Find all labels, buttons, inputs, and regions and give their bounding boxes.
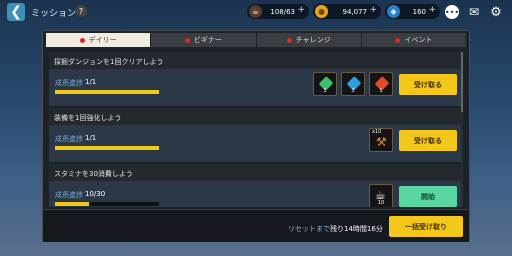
- tab-label: チャレンジ: [295, 36, 331, 44]
- tab-beginner[interactable]: ビギナー: [151, 33, 256, 47]
- panel-footer: リセットまで 残り14時間16分 一括受け取り: [43, 209, 469, 242]
- reward-slot[interactable]: 3: [341, 72, 365, 96]
- top-bar: ❮ ミッション ? ☕ 108/63 + ● 94,077 + ◆ 160 + …: [0, 0, 512, 26]
- progress-label: 成長進捗: [55, 135, 83, 143]
- coffee-cup-icon: ☕: [249, 5, 262, 18]
- notification-dot-icon: [79, 37, 85, 43]
- stamina-counter[interactable]: ☕ 108/63 +: [247, 4, 309, 19]
- mission-body: 成長進捗 1/1 x10 ⚒ 受け取る: [49, 125, 463, 162]
- mission-body: 成長進捗 10/30 ☕ 10 開始: [49, 181, 463, 207]
- reward-slot[interactable]: x10 ⚒: [369, 128, 393, 152]
- help-icon[interactable]: ?: [75, 5, 87, 17]
- claim-button[interactable]: 受け取る: [399, 130, 457, 151]
- progress-label: 成長進捗: [55, 79, 83, 87]
- progress-fill: [55, 202, 90, 206]
- stamina-value: 108/63: [270, 7, 295, 16]
- progress-fill: [55, 146, 159, 150]
- diamond-counter[interactable]: ◆ 160 +: [385, 4, 440, 19]
- mission-panel: デイリー ビギナー チャレンジ イベント 採掘ダンジョンを1回クリアしよう 成長…: [42, 30, 470, 242]
- notification-dot-icon: [184, 37, 190, 43]
- notification-dot-icon: [395, 37, 401, 43]
- tab-event[interactable]: イベント: [361, 33, 466, 47]
- blue-diamond-icon: ◆: [387, 5, 400, 18]
- reward-qty: 3: [351, 88, 355, 94]
- diamond-value: 160: [412, 7, 426, 16]
- tab-challenge[interactable]: チャレンジ: [256, 33, 361, 47]
- progress-value: 1/1: [85, 134, 97, 142]
- gold-value: 94,077: [342, 7, 368, 16]
- progress-bar: [55, 146, 159, 150]
- gold-coin-icon: ●: [315, 5, 328, 18]
- mail-icon[interactable]: ✉: [467, 5, 481, 19]
- reward-qty: 1: [323, 88, 327, 94]
- progress-value: 10/30: [85, 190, 106, 198]
- chat-icon[interactable]: •••: [445, 5, 459, 19]
- plus-icon[interactable]: +: [428, 5, 436, 15]
- hammer-icon: ⚒: [376, 135, 387, 149]
- reset-time: 残り14時間16分: [330, 225, 383, 233]
- notification-dot-icon: [286, 37, 292, 43]
- reward-slot[interactable]: 1: [369, 72, 393, 96]
- progress-bar: [55, 90, 159, 94]
- gear-icon[interactable]: ⚙: [489, 5, 503, 20]
- tab-label: イベント: [404, 36, 433, 44]
- tab-label: ビギナー: [193, 36, 222, 44]
- back-button[interactable]: ❮: [7, 3, 25, 21]
- mission-title: 装備を1回強化しよう: [54, 114, 122, 122]
- claim-button[interactable]: 受け取る: [399, 74, 457, 95]
- mission-list[interactable]: 採掘ダンジョンを1回クリアしよう 成長進捗 1/1 1 3 1 受け取る 装備を…: [49, 52, 463, 207]
- tab-daily[interactable]: デイリー: [46, 33, 151, 47]
- mission-item: スタミナを30消費しよう 成長進捗 10/30 ☕ 10 開始: [49, 164, 463, 207]
- progress-bar: [55, 202, 159, 206]
- tab-label: デイリー: [88, 36, 117, 44]
- mission-title: スタミナを30消費しよう: [54, 170, 133, 178]
- mission-item: 装備を1回強化しよう 成長進捗 1/1 x10 ⚒ 受け取る: [49, 108, 463, 163]
- scrollbar[interactable]: [461, 52, 463, 207]
- reward-slot[interactable]: ☕ 10: [369, 184, 393, 207]
- scrollbar-thumb[interactable]: [461, 52, 463, 112]
- reward-slot[interactable]: 1: [313, 72, 337, 96]
- tab-bar: デイリー ビギナー チャレンジ イベント: [46, 33, 467, 47]
- start-button[interactable]: 開始: [399, 186, 457, 207]
- progress-fill: [55, 90, 159, 94]
- reward-qty: 10: [377, 200, 385, 206]
- mission-item: 採掘ダンジョンを1回クリアしよう 成長進捗 1/1 1 3 1 受け取る: [49, 52, 463, 107]
- progress-label: 成長進捗: [55, 191, 83, 199]
- reset-label: リセットまで: [288, 225, 330, 233]
- mission-title: 採掘ダンジョンを1回クリアしよう: [54, 58, 164, 66]
- back-arrow-icon: ❮: [10, 4, 22, 20]
- plus-icon[interactable]: +: [369, 5, 377, 15]
- reward-qty: 1: [379, 88, 383, 94]
- claim-all-button[interactable]: 一括受け取り: [389, 216, 463, 237]
- gold-counter[interactable]: ● 94,077 +: [313, 4, 381, 19]
- page-title: ミッション: [31, 9, 77, 19]
- mission-body: 成長進捗 1/1 1 3 1 受け取る: [49, 69, 463, 106]
- plus-icon[interactable]: +: [297, 5, 305, 15]
- progress-value: 1/1: [85, 78, 97, 86]
